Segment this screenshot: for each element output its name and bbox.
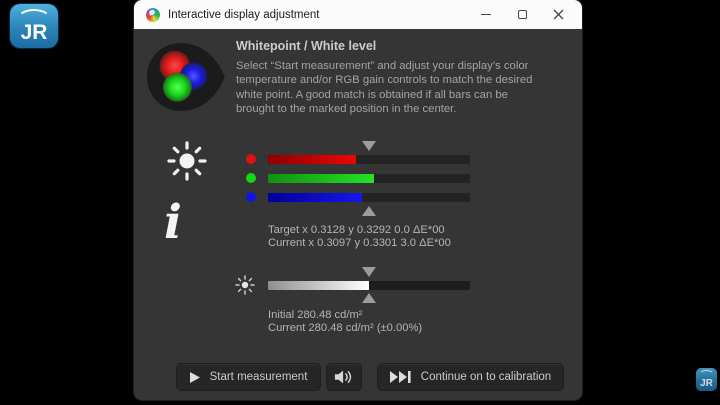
target-readout: Target x 0.3128 y 0.3292 0.0 ΔE*00 <box>268 224 445 236</box>
jr-arc <box>699 370 714 379</box>
green-channel-bar <box>268 174 470 183</box>
app-logo-icon <box>146 8 160 22</box>
jr-watermark-top-left: JR <box>10 4 58 48</box>
interactive-display-adjustment-window: Interactive display adjustment <box>134 0 582 400</box>
window-controls <box>468 0 576 29</box>
minimize-button[interactable] <box>468 0 504 29</box>
red-channel-fill <box>268 155 356 164</box>
close-icon <box>553 9 564 20</box>
maximize-icon <box>518 10 527 19</box>
rgb-center-marker-top <box>362 141 376 151</box>
brightness-sun-icon <box>165 139 209 183</box>
rgb-circles-icon <box>142 38 228 116</box>
instructions-text: Select “Start measurement” and adjust yo… <box>236 59 576 116</box>
start-measurement-button[interactable]: Start measurement <box>176 363 321 391</box>
current-readout: Current x 0.3097 y 0.3301 3.0 ΔE*00 <box>268 237 451 249</box>
jr-text: JR <box>700 378 713 389</box>
dialog-content: Whitepoint / White level Select “Start m… <box>134 29 582 400</box>
maximize-button[interactable] <box>504 0 540 29</box>
initial-luminance-readout: Initial 280.48 cd/m² <box>268 309 363 321</box>
green-channel-fill <box>268 174 374 183</box>
play-icon <box>190 372 200 383</box>
blue-channel-dot <box>246 192 256 202</box>
rgb-center-marker-bottom <box>362 206 376 216</box>
skip-to-end-icon <box>390 371 411 383</box>
red-channel-dot <box>246 154 256 164</box>
speaker-icon <box>334 369 354 385</box>
window-title: Interactive display adjustment <box>168 9 320 21</box>
sound-toggle-button[interactable] <box>326 363 362 391</box>
start-measurement-label: Start measurement <box>210 371 308 383</box>
green-channel-dot <box>246 173 256 183</box>
continue-to-calibration-button[interactable]: Continue on to calibration <box>377 363 564 391</box>
luminance-sun-icon <box>235 275 255 295</box>
jr-watermark-bottom-right: JR <box>696 368 717 391</box>
blue-channel-fill <box>268 193 362 202</box>
title-bar[interactable]: Interactive display adjustment <box>134 0 582 29</box>
info-icon: i <box>164 199 182 246</box>
luminance-center-marker-bottom <box>362 293 376 303</box>
close-button[interactable] <box>540 0 576 29</box>
screen: JR Interactive display adjustment <box>0 0 720 405</box>
luminance-center-marker-top <box>362 267 376 277</box>
section-heading: Whitepoint / White level <box>236 39 376 53</box>
luminance-bar <box>268 281 470 290</box>
luminance-fill <box>268 281 369 290</box>
minimize-icon <box>481 14 491 15</box>
current-luminance-readout: Current 280.48 cd/m² (±0.00%) <box>268 322 422 334</box>
red-channel-bar <box>268 155 470 164</box>
continue-to-calibration-label: Continue on to calibration <box>421 371 551 383</box>
jr-arc <box>17 9 51 29</box>
blue-channel-bar <box>268 193 470 202</box>
